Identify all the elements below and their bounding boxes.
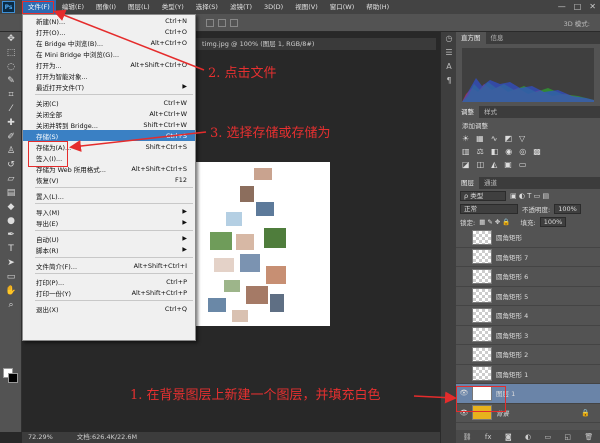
arrow-to-file-menu	[53, 9, 205, 71]
annotation-step1: 1. 在背景图层上新建一个图层，并填充白色	[130, 388, 381, 403]
arrow-to-save	[69, 131, 207, 152]
arrow-to-layer1	[413, 391, 457, 404]
annotation-step2: 2. 点击文件	[208, 66, 277, 81]
annotation-step3: 3. 选择存储或存储为	[210, 126, 331, 141]
annotation-arrows	[53, 9, 457, 404]
